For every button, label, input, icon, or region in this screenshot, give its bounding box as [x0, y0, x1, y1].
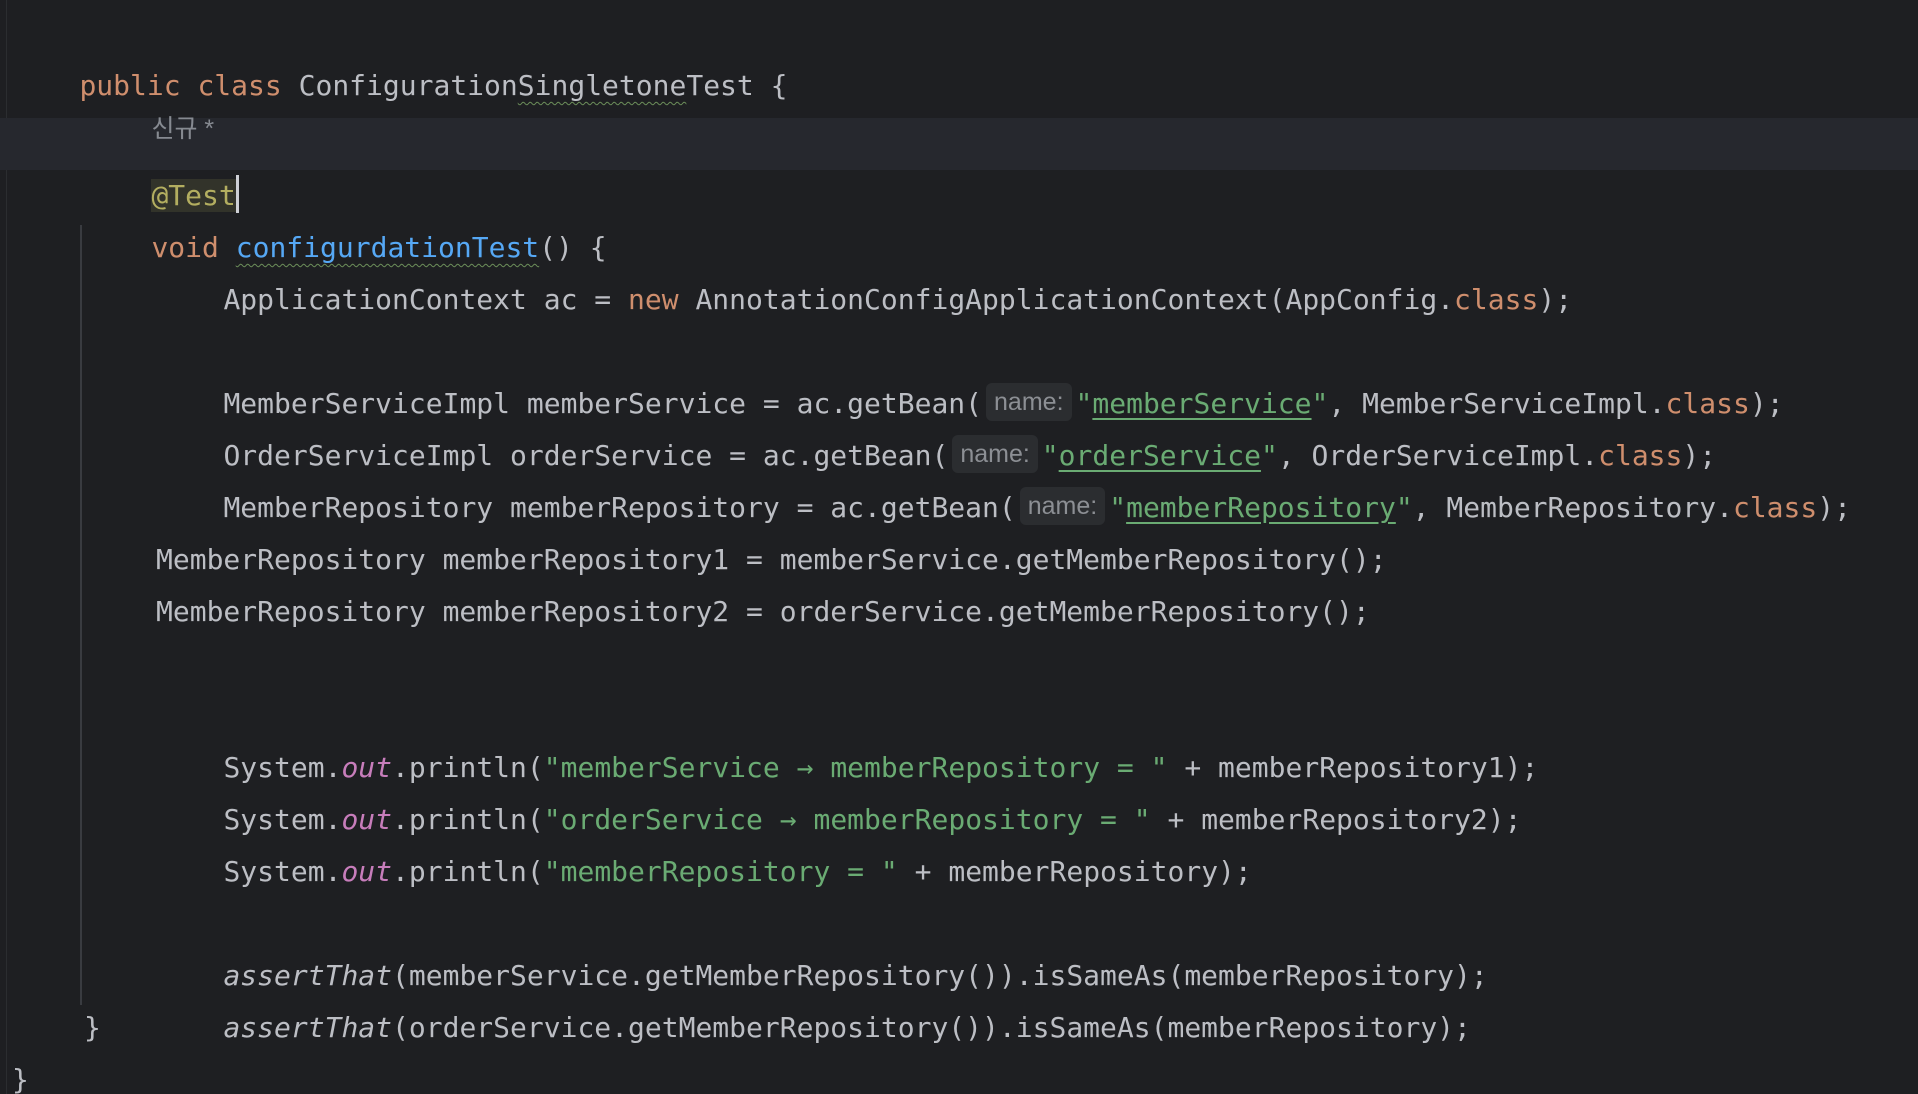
keyword-class: class [1454, 283, 1539, 316]
code-text: MemberRepository memberRepository = ac.g… [223, 491, 1016, 524]
code-text: ); [1749, 387, 1784, 420]
code-editor[interactable]: public class ConfigurationSingletoneTest… [0, 0, 1918, 1094]
quote: " [1109, 491, 1127, 524]
code-line-method-declaration[interactable]: void configurdationTest() { [84, 170, 606, 264]
static-method-assert-that: assertThat [223, 1011, 393, 1044]
class-name-part: Test [686, 69, 754, 102]
quote: " [880, 855, 898, 888]
code-text: ); [1538, 283, 1573, 316]
code-line-method-close[interactable]: } [84, 1002, 101, 1054]
code-text: , MemberRepository. [1412, 491, 1733, 524]
code-line-annotation[interactable]: @Test [84, 118, 239, 213]
code-vision-hint[interactable]: 신규 * [84, 50, 214, 143]
code-line-member-repository[interactable]: MemberRepository memberRepository = ac.g… [156, 430, 1851, 525]
code-text: .println( [392, 855, 544, 888]
parameter-hint-name: name: [1019, 487, 1106, 525]
code-text: + memberRepository); [897, 855, 1252, 888]
code-text: ); [1817, 491, 1851, 524]
code-line-println-1[interactable]: System.out.println("memberService → memb… [156, 690, 1538, 784]
bean-name-link[interactable]: memberRepository [1126, 491, 1396, 524]
code-line-member-repository1[interactable]: MemberRepository memberRepository1 = mem… [156, 534, 1387, 586]
indent-guide [80, 225, 82, 1005]
brace: { [753, 69, 788, 102]
static-field-out: out [341, 855, 393, 888]
quote: " [1395, 491, 1413, 524]
code-text: System. [223, 855, 342, 888]
code-line-println-3[interactable]: System.out.println("memberRepository = "… [156, 794, 1251, 888]
code-line-member-repository2[interactable]: MemberRepository memberRepository2 = ord… [156, 586, 1370, 638]
code-line-order-service[interactable]: OrderServiceImpl orderService = ac.getBe… [156, 378, 1716, 473]
code-line-application-context[interactable]: ApplicationContext ac = new AnnotationCo… [156, 222, 1572, 316]
typo-warning-squiggle[interactable]: Singletone [518, 69, 687, 102]
keyword-new: new [628, 283, 679, 316]
code-line-println-2[interactable]: System.out.println("orderService → membe… [156, 742, 1521, 836]
quote: " [543, 855, 561, 888]
code-line-assert-1[interactable]: assertThat(memberService.getMemberReposi… [156, 898, 1487, 992]
code-line-class-close[interactable]: } [12, 1054, 29, 1094]
string-literal: memberRepository = [560, 855, 881, 888]
code-line-member-service[interactable]: MemberServiceImpl memberService = ac.get… [156, 326, 1784, 421]
keyword-class: class [1732, 491, 1818, 524]
current-line-highlight [0, 118, 1918, 170]
code-line-assert-2[interactable]: assertThat(orderService.getMemberReposit… [156, 950, 1470, 1044]
code-text: AnnotationConfigApplicationContext(AppCo… [678, 283, 1455, 316]
class-name-part: Configuration [298, 69, 518, 102]
code-text: (orderService.getMemberRepository()).isS… [392, 1011, 1471, 1044]
code-text: ApplicationContext ac = [223, 283, 629, 316]
